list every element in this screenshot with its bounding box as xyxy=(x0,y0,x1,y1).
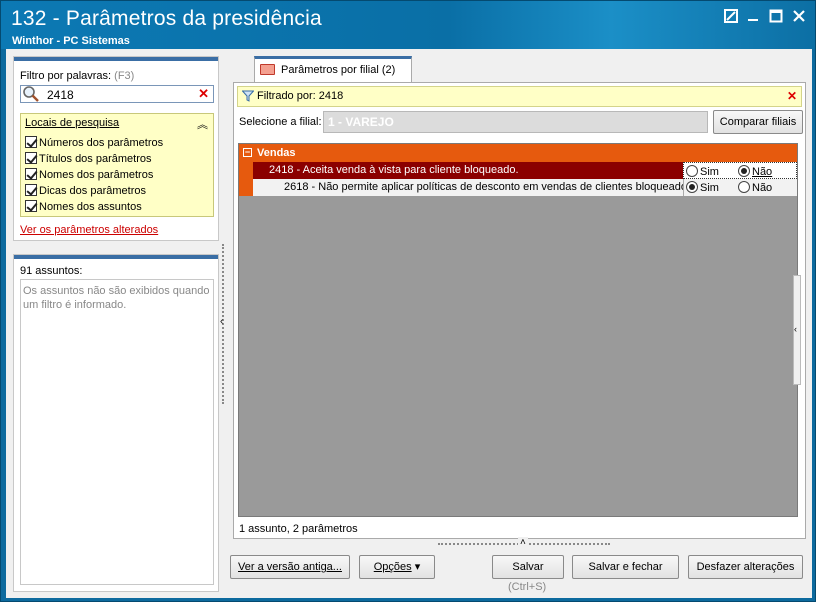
checkbox-icon[interactable] xyxy=(25,168,37,180)
options-label: Opções xyxy=(373,561,412,573)
option-sim[interactable]: Sim xyxy=(686,165,719,178)
parameter-options: Sim Não xyxy=(683,179,797,196)
option-sim[interactable]: Sim xyxy=(686,181,719,194)
subjects-list[interactable]: Os assuntos não são exibidos quando um f… xyxy=(20,279,214,585)
scope-option-label: Dicas dos parâmetros xyxy=(39,185,146,197)
left-pane: Filtro por palavras: (F3) 2418 ✕ Locais … xyxy=(13,56,219,592)
group-indent-bar xyxy=(239,162,253,196)
subjects-empty-message: Os assuntos não são exibidos quando um f… xyxy=(23,285,210,311)
client-area: Filtro por palavras: (F3) 2418 ✕ Locais … xyxy=(6,49,812,598)
parameter-row[interactable]: 2418 - Aceita venda à vista para cliente… xyxy=(253,162,797,179)
radio-icon[interactable] xyxy=(686,165,698,177)
chevron-down-icon: ▾ xyxy=(414,561,421,573)
filter-shortcut-hint: (F3) xyxy=(114,70,135,82)
tab-parametros-filial[interactable]: Parâmetros por filial (2) xyxy=(254,56,412,83)
parameter-row[interactable]: 2618 - Não permite aplicar políticas de … xyxy=(253,179,797,196)
filter-label-text: Filtro por palavras: xyxy=(20,70,112,82)
parameters-grid: − Vendas 2418 - Aceita venda à vista par… xyxy=(238,143,798,517)
filial-label: Selecione a filial: xyxy=(239,116,322,128)
filial-select[interactable]: 1 - VAREJO xyxy=(323,111,708,133)
minimize-icon[interactable] xyxy=(745,9,761,25)
funnel-icon xyxy=(241,90,255,102)
search-scope-heading[interactable]: Locais de pesquisa xyxy=(25,117,119,129)
checkbox-icon[interactable] xyxy=(25,200,37,212)
window-title: 132 - Parâmetros da presidência xyxy=(11,7,322,30)
remove-filter-icon[interactable]: ✕ xyxy=(787,89,797,103)
search-scope-panel: Locais de pesquisa ︽ Números dos parâmet… xyxy=(20,113,214,217)
summary-text: 1 assunto, 2 parâmetros xyxy=(239,523,358,535)
subjects-count: 91 assuntos: xyxy=(20,265,83,277)
maximize-icon[interactable] xyxy=(768,9,784,25)
tab-count: (2) xyxy=(381,64,396,76)
scope-option[interactable]: Nomes dos parâmetros xyxy=(25,168,153,184)
title-bar[interactable]: 132 - Parâmetros da presidência Winthor … xyxy=(1,1,815,49)
save-close-button[interactable]: Salvar e fechar xyxy=(572,555,679,579)
checkbox-icon[interactable] xyxy=(25,184,37,196)
radio-icon[interactable] xyxy=(738,181,750,193)
scope-option[interactable]: Nomes dos assuntos xyxy=(25,200,142,216)
save-button[interactable]: Salvar xyxy=(492,555,564,579)
group-title: Vendas xyxy=(257,147,296,159)
compare-filiais-button[interactable]: Comparar filiais xyxy=(713,110,803,134)
collapse-group-icon[interactable]: − xyxy=(243,148,252,157)
close-icon[interactable] xyxy=(791,9,807,25)
option-nao-label: Não xyxy=(752,166,773,178)
scope-option-label: Números dos parâmetros xyxy=(39,137,164,149)
panel-accent-bar xyxy=(14,255,218,259)
filter-label: Filtro por palavras: (F3) xyxy=(20,70,134,82)
old-version-button[interactable]: Ver a versão antiga... xyxy=(230,555,350,579)
radio-selected-icon[interactable] xyxy=(738,165,750,177)
app-window: 132 - Parâmetros da presidência Winthor … xyxy=(0,0,816,602)
scope-option[interactable]: Títulos dos parâmetros xyxy=(25,152,152,168)
filter-status-text: Filtrado por: 2418 xyxy=(257,90,344,102)
group-header[interactable]: − Vendas xyxy=(239,144,797,162)
scope-option-label: Nomes dos parâmetros xyxy=(39,169,154,181)
parameters-pane: Filtrado por: 2418 ✕ Selecione a filial:… xyxy=(233,82,806,539)
option-nao-label: Não xyxy=(752,182,773,194)
collapse-icon[interactable]: ︽ xyxy=(197,116,208,132)
window-subtitle: Winthor - PC Sistemas xyxy=(12,35,130,47)
folder-icon xyxy=(260,64,275,75)
option-sim-label: Sim xyxy=(700,182,719,194)
right-collapse-handle[interactable]: ‹ xyxy=(793,275,801,385)
options-button[interactable]: Opções ▾ xyxy=(359,555,435,579)
panel-accent-bar xyxy=(14,57,218,61)
search-input[interactable]: 2418 ✕ xyxy=(20,85,214,103)
scope-option[interactable]: Números dos parâmetros xyxy=(25,136,163,152)
parameter-options: Sim Não xyxy=(683,162,797,179)
undo-changes-label: Desfazer alterações xyxy=(696,561,795,573)
checkbox-icon[interactable] xyxy=(25,152,37,164)
subjects-panel: 91 assuntos: Os assuntos não são exibido… xyxy=(13,254,219,592)
parameter-text: 2618 - Não permite aplicar políticas de … xyxy=(284,181,693,193)
option-nao[interactable]: Não xyxy=(738,165,772,178)
tab-label: Parâmetros por filial (2) xyxy=(281,64,395,76)
tab-label-text: Parâmetros por filial xyxy=(281,64,379,76)
restore-icon[interactable] xyxy=(723,9,739,25)
search-value: 2418 xyxy=(47,88,74,102)
scope-option-label: Nomes dos assuntos xyxy=(39,201,142,213)
filter-status-bar: Filtrado por: 2418 ✕ xyxy=(237,86,802,107)
old-version-label: Ver a versão antiga... xyxy=(238,561,342,573)
scope-option[interactable]: Dicas dos parâmetros xyxy=(25,184,146,200)
radio-selected-icon[interactable] xyxy=(686,181,698,193)
clear-search-icon[interactable]: ✕ xyxy=(198,86,209,102)
search-icon xyxy=(22,85,40,103)
horizontal-splitter[interactable]: ˄ xyxy=(438,537,610,548)
vertical-splitter[interactable]: ‹ xyxy=(220,244,228,404)
option-sim-label: Sim xyxy=(700,166,719,178)
checkbox-icon[interactable] xyxy=(25,136,37,148)
chevron-up-icon[interactable]: ˄ xyxy=(518,537,528,548)
parameter-text: 2418 - Aceita venda à vista para cliente… xyxy=(269,164,519,176)
save-shortcut: (Ctrl+S) xyxy=(508,581,547,593)
chevron-left-icon[interactable]: ‹ xyxy=(220,316,223,327)
scope-option-label: Títulos dos parâmetros xyxy=(39,153,152,165)
view-altered-link[interactable]: Ver os parâmetros alterados xyxy=(20,224,158,236)
option-nao[interactable]: Não xyxy=(738,181,772,194)
filter-panel: Filtro por palavras: (F3) 2418 ✕ Locais … xyxy=(13,56,219,241)
chevron-left-icon[interactable]: ‹ xyxy=(794,324,797,334)
undo-changes-button[interactable]: Desfazer alterações xyxy=(688,555,803,579)
